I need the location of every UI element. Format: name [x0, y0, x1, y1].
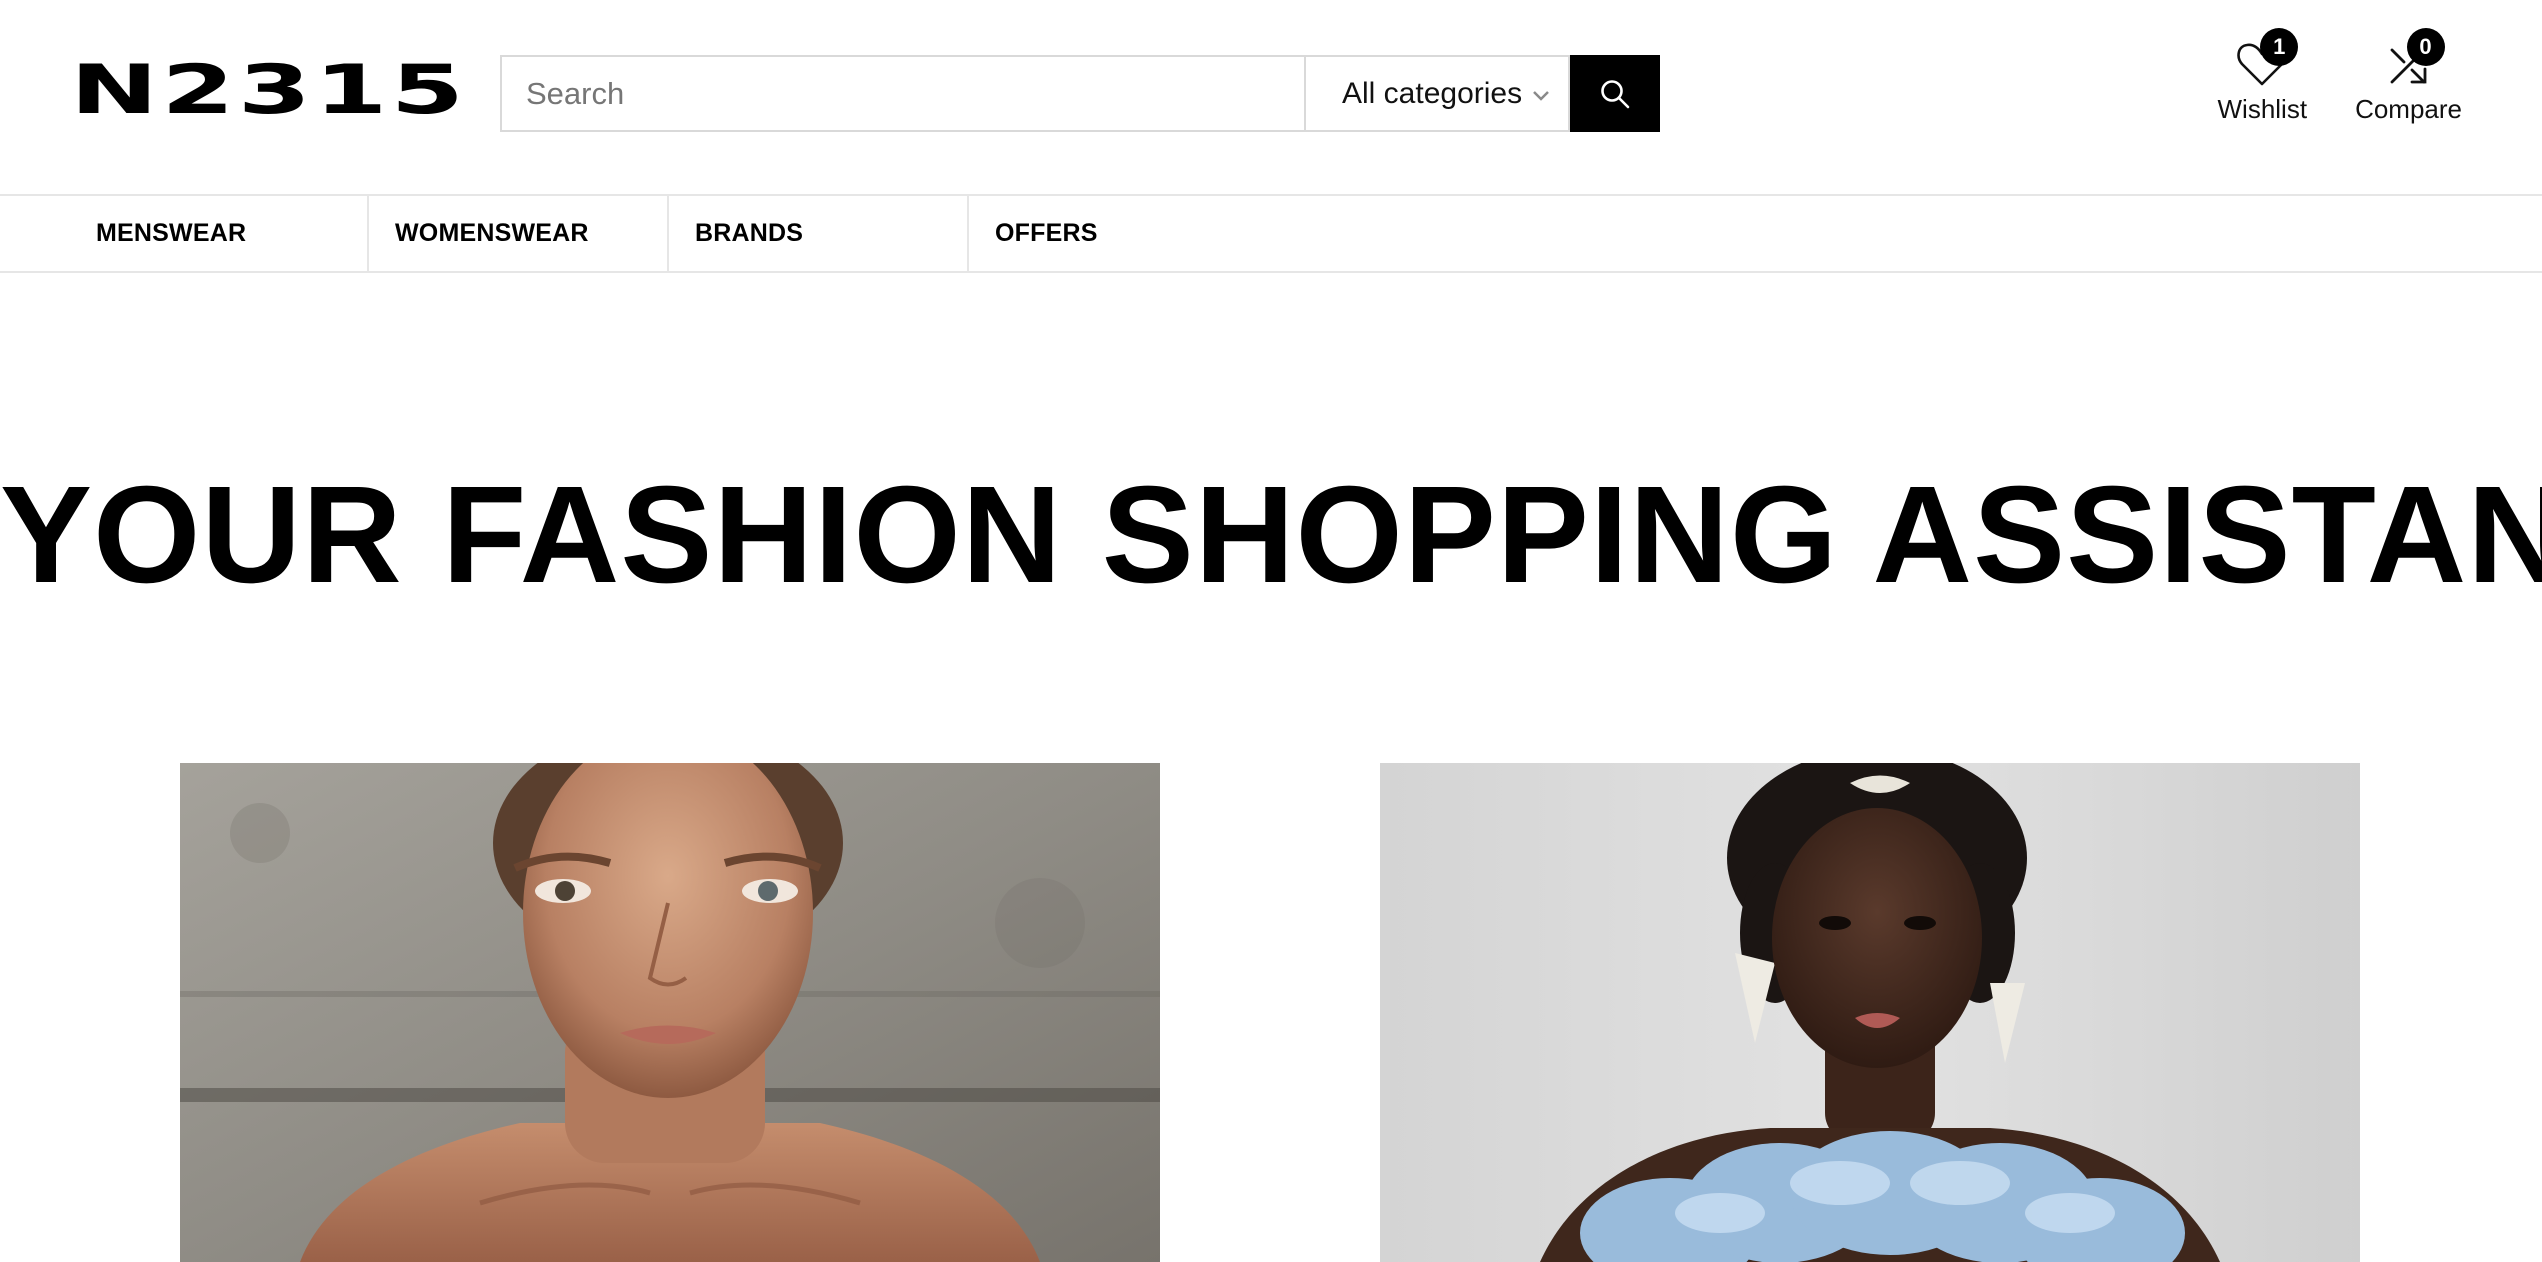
brand-logo[interactable]: N2315 [70, 56, 464, 126]
search-button[interactable] [1570, 55, 1660, 132]
compare-count-badge: 0 [2406, 28, 2445, 66]
wishlist-count-badge: 1 [2260, 28, 2299, 66]
menswear-feature-image[interactable] [180, 763, 1160, 1262]
nav-item-brands[interactable]: BRANDS [669, 196, 969, 271]
category-select-value: All categories [1342, 76, 1523, 110]
nav-item-menswear[interactable]: MENSWEAR [0, 196, 369, 271]
header-actions: 1 Wishlist 0 Compare [2217, 28, 2462, 125]
portrait-photo [180, 763, 1160, 1262]
site-header: N2315 All categories 1 Wishlist [0, 0, 2542, 194]
compare-button[interactable]: 0 Compare [2355, 28, 2462, 125]
search-bar: All categories [500, 55, 1660, 132]
compare-label: Compare [2355, 94, 2462, 124]
nav-item-womenswear[interactable]: WOMENSWEAR [369, 196, 669, 271]
search-input[interactable] [500, 55, 1304, 132]
womenswear-feature-image[interactable] [1380, 763, 2360, 1262]
wishlist-button[interactable]: 1 Wishlist [2217, 28, 2308, 125]
category-select[interactable]: All categories [1304, 55, 1570, 132]
main-nav: MENSWEAR WOMENSWEAR BRANDS OFFERS [0, 194, 2542, 273]
portrait-photo [1380, 763, 2360, 1262]
search-icon [1601, 79, 1630, 108]
nav-item-offers[interactable]: OFFERS [969, 196, 1269, 271]
hero-title: YOUR FASHION SHOPPING ASSISTANT [0, 458, 2542, 612]
logo-text: N2315 [70, 51, 468, 130]
wishlist-label: Wishlist [2217, 94, 2308, 124]
chevron-down-icon [1533, 91, 1549, 101]
